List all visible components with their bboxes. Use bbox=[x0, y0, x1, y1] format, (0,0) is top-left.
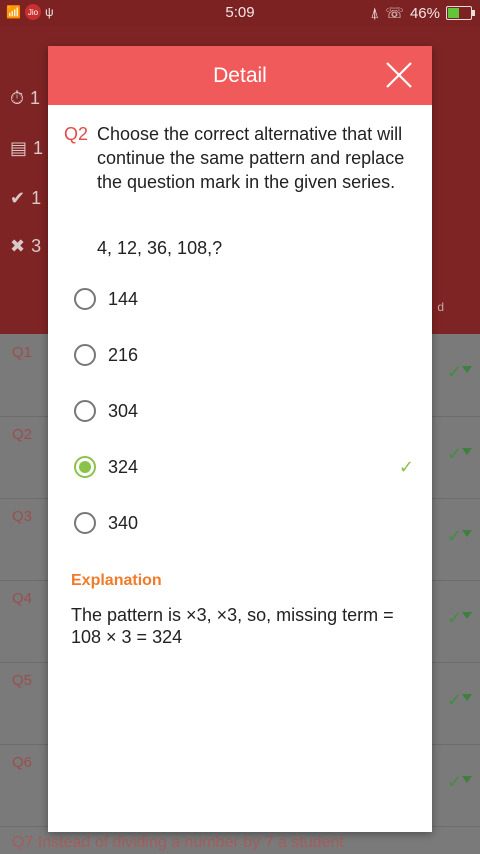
volte-icon: ☏ bbox=[385, 5, 404, 22]
correct-check-icon: ✓ bbox=[446, 608, 462, 628]
expand-arrow-icon[interactable] bbox=[462, 612, 472, 619]
close-button[interactable] bbox=[384, 60, 414, 90]
correct-check-icon: ✓ bbox=[446, 444, 462, 464]
radio-button[interactable] bbox=[74, 288, 96, 310]
explanation-text: The pattern is ×3, ×3, so, missing term … bbox=[71, 605, 394, 647]
correct-check-icon: ✓ bbox=[446, 362, 462, 382]
check-icon: ✔ bbox=[10, 188, 26, 208]
explanation-title: Explanation bbox=[71, 572, 162, 589]
bg-row-label: Q6 bbox=[12, 754, 33, 771]
expand-arrow-icon[interactable] bbox=[462, 448, 472, 455]
expand-arrow-icon[interactable] bbox=[462, 776, 472, 783]
bg-row-label: Q3 bbox=[12, 508, 33, 525]
radio-button[interactable] bbox=[74, 456, 96, 478]
dialog-title: Detail bbox=[213, 64, 267, 87]
correct-check-icon: ✓ bbox=[446, 772, 462, 792]
detail-dialog: Detail Q2 Choose the correct alternative… bbox=[48, 46, 432, 832]
expand-arrow-icon[interactable] bbox=[462, 530, 472, 537]
expand-arrow-icon[interactable] bbox=[462, 694, 472, 701]
correct-check-icon: ✓ bbox=[446, 526, 462, 546]
alarm-icon: ⍋ bbox=[370, 4, 380, 22]
correct-check-icon: ✓ bbox=[446, 690, 462, 710]
battery-icon bbox=[446, 6, 475, 20]
battery-fill bbox=[448, 8, 460, 18]
bg-stat-total: ▤ 1 bbox=[10, 138, 44, 158]
option-216[interactable]: 216 bbox=[74, 338, 414, 372]
question-number: Q2 bbox=[64, 124, 89, 144]
bg-row-label: Q5 bbox=[12, 672, 33, 689]
question-text: Choose the correct alternative that will… bbox=[97, 124, 405, 192]
bg-row-label: Q4 bbox=[12, 590, 33, 607]
option-324[interactable]: 324 ✓ bbox=[74, 450, 414, 484]
option-label: 216 bbox=[108, 344, 139, 365]
expand-arrow-icon[interactable] bbox=[462, 366, 472, 373]
bg-side-text: d bbox=[437, 300, 444, 314]
radio-button[interactable] bbox=[74, 512, 96, 534]
status-right: ⍋ ☏ 46% bbox=[370, 4, 475, 22]
option-label: 340 bbox=[108, 512, 139, 533]
option-label: 324 bbox=[108, 456, 139, 477]
option-label: 304 bbox=[108, 400, 139, 421]
battery-percent: 46% bbox=[409, 4, 440, 22]
bg-stat-time: ⏱ 1 bbox=[10, 88, 41, 108]
timer-icon: ⏱ bbox=[10, 88, 25, 108]
radio-button[interactable] bbox=[74, 344, 96, 366]
correct-check-icon: ✓ bbox=[398, 456, 414, 477]
bg-stat-wrong: ✖ 3 bbox=[10, 236, 42, 256]
dialog-header: Detail bbox=[48, 46, 432, 105]
status-bar: 📶 Jio ψ 5:09 ⍋ ☏ 46% bbox=[0, 0, 480, 26]
cross-icon: ✖ bbox=[10, 236, 26, 256]
radio-button[interactable] bbox=[74, 400, 96, 422]
option-340[interactable]: 340 bbox=[74, 506, 414, 540]
list-icon: ▤ bbox=[10, 138, 28, 158]
bg-row-label: Q2 bbox=[12, 426, 33, 443]
bg-row-label: Q1 bbox=[12, 344, 33, 361]
option-144[interactable]: 144 bbox=[74, 282, 414, 316]
option-304[interactable]: 304 bbox=[74, 394, 414, 428]
bg-stat-correct: ✔ 1 bbox=[10, 188, 42, 208]
close-icon bbox=[386, 62, 412, 88]
option-label: 144 bbox=[108, 288, 139, 309]
bg-bottom-row[interactable]: Q7 Instead of dividing a number by 7 a s… bbox=[12, 834, 344, 852]
question-series: 4, 12, 36, 108,? bbox=[97, 238, 223, 258]
